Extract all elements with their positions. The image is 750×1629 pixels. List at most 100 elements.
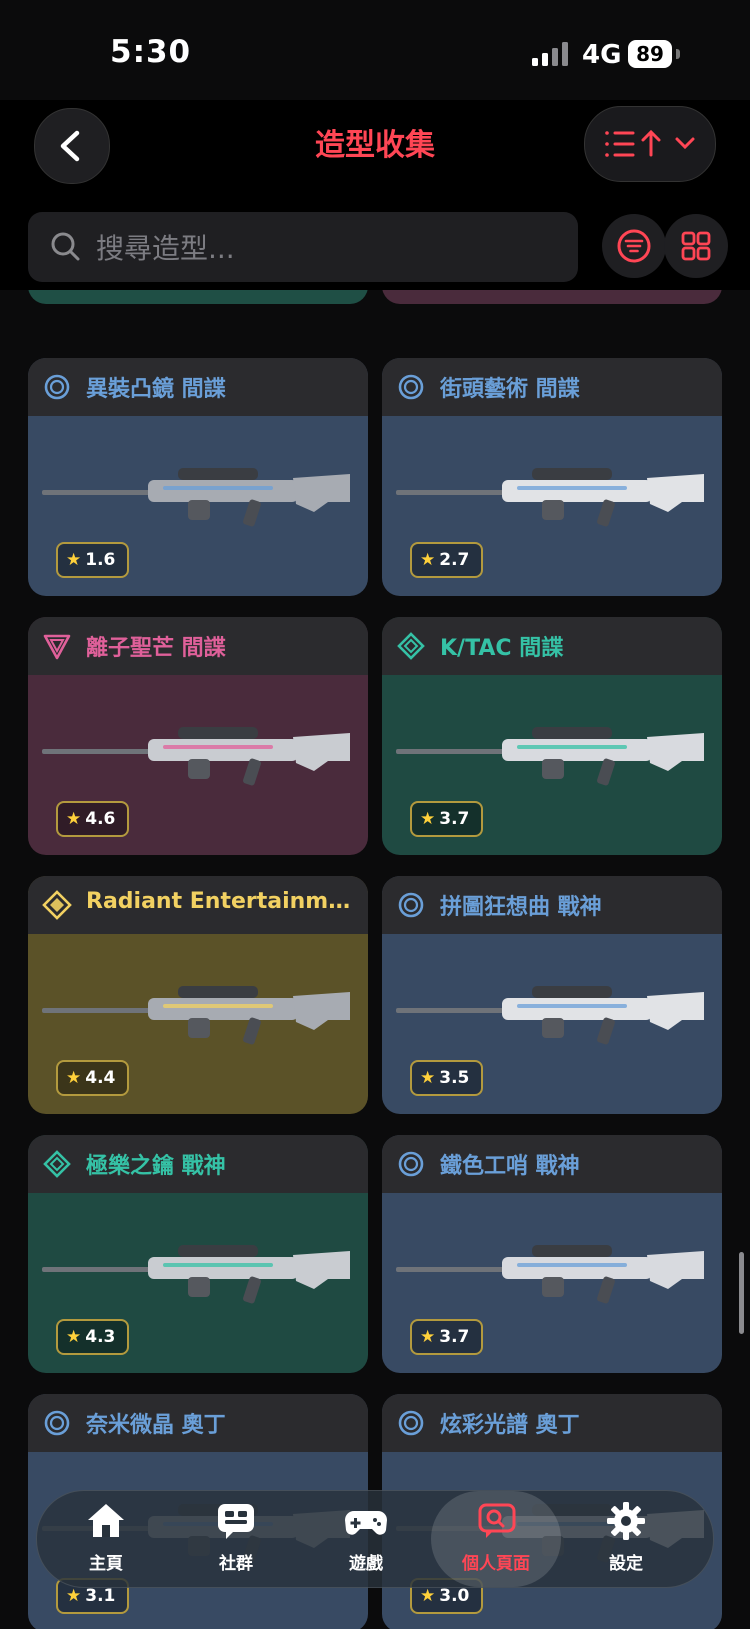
star-icon: ★ [66,550,82,570]
tab-label: 設定 [609,1554,643,1574]
tab-gear[interactable]: 設定 [561,1491,691,1587]
grid-icon [681,231,711,261]
rating-badge: ★ 4.6 [56,801,130,837]
star-icon: ★ [420,1327,436,1347]
rating-badge: ★ 3.7 [410,801,484,837]
skin-name: 異裝凸鏡 間諜 [86,377,226,402]
tab-chat[interactable]: 社群 [171,1491,301,1587]
cellular-signal-icon [532,42,568,66]
skin-name: 極樂之鑰 戰神 [86,1154,226,1179]
skin-card[interactable]: 鐵色工哨 戰神 ★ 3.7 [382,1135,722,1373]
rating-value: 4.4 [85,1068,116,1088]
rating-badge: ★ 3.5 [410,1060,484,1096]
rating-value: 3.5 [439,1068,470,1088]
filter-button[interactable] [602,214,666,278]
rating-value: 2.7 [439,550,470,570]
battery-tip [676,49,680,59]
skin-card[interactable]: 異裝凸鏡 間諜 ★ 1.6 [28,358,368,596]
tab-label: 個人頁面 [462,1554,530,1574]
filter-icon [617,229,651,263]
skin-card[interactable]: ★4.7 [382,290,722,304]
deluxe-tier-icon [396,1408,426,1438]
star-icon: ★ [66,1327,82,1347]
skin-card[interactable]: K/TAC 間諜 ★ 3.7 [382,617,722,855]
skin-grid: ★3.1 ★4.7 異裝凸鏡 間諜 [0,290,750,1629]
status-bar: 5:30 4G 89 [0,0,750,100]
rating-value: 3.7 [439,1327,470,1347]
search-input[interactable] [94,212,558,284]
skin-card-header: 離子聖芒 間諜 [28,617,368,675]
tab-gamepad[interactable]: 遊戲 [301,1491,431,1587]
skin-card-header: 異裝凸鏡 間諜 [28,358,368,416]
rating-value: 3.0 [439,1586,470,1606]
search-bar [28,212,578,284]
rating-badge: ★ 3.7 [410,1319,484,1355]
skin-card[interactable]: Radiant Entertainme... ★ 4.4 [28,876,368,1114]
scroll-indicator[interactable] [739,1252,744,1334]
rating-value: 3.1 [85,1586,116,1606]
rating-value: 3.7 [439,809,470,829]
skin-name: 鐵色工哨 戰神 [440,1154,580,1179]
battery-level: 89 [628,40,672,68]
sort-list-icon [605,129,695,157]
bottom-tab-bar: 主頁 社群 遊戲 個人頁面 設定 [36,1490,714,1588]
gamepad-icon [344,1499,388,1543]
chat-icon [214,1499,258,1543]
skin-name: 拼圖狂想曲 戰神 [440,895,602,920]
home-icon [84,1499,128,1543]
weapon-image [38,1227,358,1317]
rating-value: 4.6 [85,809,116,829]
search-icon [51,232,80,261]
skin-card-header: 街頭藝術 間諜 [382,358,722,416]
star-icon: ★ [66,1586,82,1606]
status-time: 5:30 [110,34,192,70]
deluxe-tier-icon [42,1408,72,1438]
skin-card-header: Radiant Entertainme... [28,876,368,934]
deluxe-tier-icon [396,890,426,920]
header: 造型收集 [0,100,750,290]
rating-badge: ★ 2.7 [410,542,484,578]
select-tier-icon [42,1149,72,1179]
skin-card-header: 炫彩光譜 奧丁 [382,1394,722,1452]
tab-label: 主頁 [89,1554,123,1574]
skin-card[interactable]: 街頭藝術 間諜 ★ 2.7 [382,358,722,596]
deluxe-tier-icon [42,372,72,402]
profile-search-icon [474,1499,518,1543]
star-icon: ★ [66,1068,82,1088]
rating-badge: ★ 1.6 [56,542,130,578]
skin-card-header: 拼圖狂想曲 戰神 [382,876,722,934]
weapon-image [38,968,358,1058]
skin-name: K/TAC 間諜 [440,636,564,661]
rating-value: 4.3 [85,1327,116,1347]
tab-profile-search[interactable]: 個人頁面 [431,1491,561,1587]
rating-badge: ★ 4.4 [56,1060,130,1096]
skin-name: 奈米微晶 奧丁 [86,1413,226,1438]
skin-card-header: 極樂之鑰 戰神 [28,1135,368,1193]
tab-home[interactable]: 主頁 [41,1491,171,1587]
weapon-image [38,709,358,799]
skin-name: Radiant Entertainme... [86,889,356,914]
skin-card[interactable]: 拼圖狂想曲 戰神 ★ 3.5 [382,876,722,1114]
skin-card[interactable]: 極樂之鑰 戰神 ★ 4.3 [28,1135,368,1373]
rating-badge: ★ 4.3 [56,1319,130,1355]
skin-card-header: K/TAC 間諜 [382,617,722,675]
ultra-tier-icon [42,890,72,920]
skin-card[interactable]: 離子聖芒 間諜 ★ 4.6 [28,617,368,855]
skin-card-header: 奈米微晶 奧丁 [28,1394,368,1452]
deluxe-tier-icon [396,372,426,402]
deluxe-tier-icon [396,1149,426,1179]
weapon-image [392,1227,712,1317]
network-type: 4G [582,40,622,70]
skin-card[interactable]: ★3.1 [28,290,368,304]
sort-button[interactable] [584,106,716,182]
rating-value: 1.6 [85,550,116,570]
star-icon: ★ [420,1586,436,1606]
tab-label: 社群 [219,1554,253,1574]
gear-icon [604,1499,648,1543]
tab-label: 遊戲 [349,1554,383,1574]
star-icon: ★ [420,550,436,570]
weapon-image [392,450,712,540]
star-icon: ★ [66,809,82,829]
grid-view-button[interactable] [664,214,728,278]
star-icon: ★ [420,1068,436,1088]
